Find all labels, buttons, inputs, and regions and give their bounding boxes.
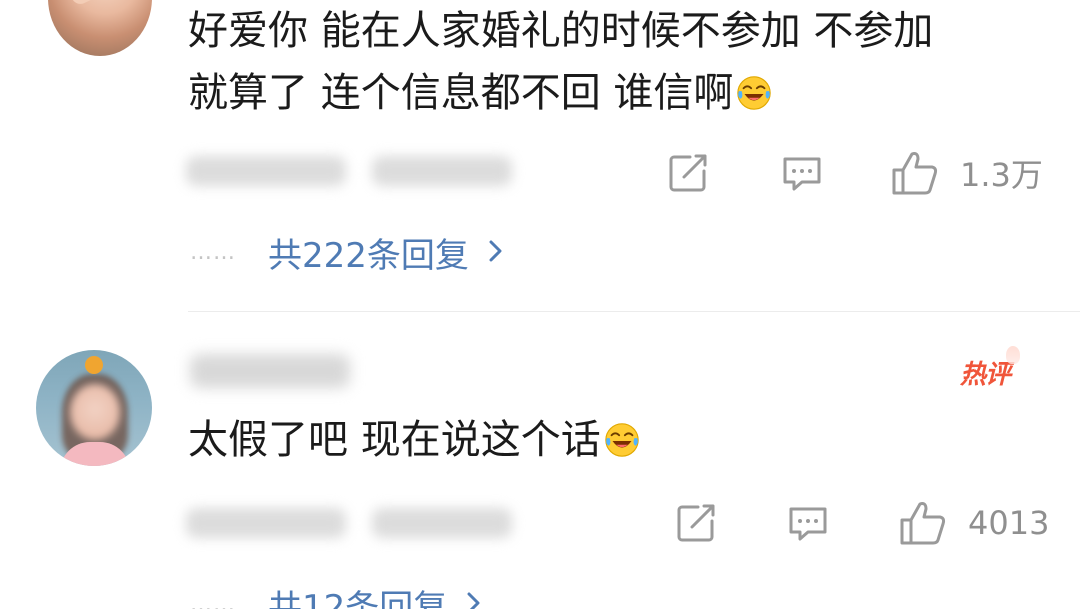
- comment-text-line: 太假了吧 现在说这个话: [188, 409, 641, 471]
- avatar-hair-bun: [85, 356, 103, 374]
- comment-location-blurred: [372, 156, 512, 186]
- comment-button[interactable]: [786, 500, 830, 546]
- avatar-hand: [68, 0, 118, 7]
- comment-feed: 好爱你 能在人家婚礼的时候不参加 不参加 就算了 连个信息都不回 谁信啊 1.3…: [0, 0, 1080, 609]
- comment-text-segment: 太假了吧 现在说这个话: [188, 417, 601, 463]
- comment-text: 太假了吧 现在说这个话: [188, 409, 641, 471]
- chevron-right-icon: [465, 589, 483, 609]
- comment-text-segment: 就算了 连个信息都不回 谁信啊: [188, 70, 734, 116]
- avatar[interactable]: [36, 350, 152, 466]
- replies-ellipsis: ……: [190, 592, 236, 609]
- share-button[interactable]: [674, 500, 718, 546]
- avatar[interactable]: [48, 0, 152, 56]
- share-icon: [669, 154, 707, 192]
- laugh-cry-emoji-icon: [735, 74, 773, 112]
- like-button[interactable]: 1.3万: [890, 150, 1043, 196]
- comment-text: 好爱你 能在人家婚礼的时候不参加 不参加 就算了 连个信息都不回 谁信啊: [188, 0, 933, 124]
- hot-comment-badge: 热评: [960, 346, 1021, 391]
- username-blurred[interactable]: [190, 354, 350, 388]
- thumbs-up-icon: [900, 502, 946, 545]
- chevron-right-icon: [487, 237, 505, 269]
- share-button[interactable]: [666, 150, 710, 196]
- comment-location-blurred: [372, 508, 512, 538]
- comment-icon: [783, 157, 821, 191]
- share-icon: [677, 504, 715, 542]
- comment-item: 好爱你 能在人家婚礼的时候不参加 不参加 就算了 连个信息都不回 谁信啊 1.3…: [0, 0, 1080, 312]
- like-count: 1.3万: [960, 156, 1043, 194]
- like-count: 4013: [968, 504, 1050, 542]
- laugh-cry-emoji-icon: [603, 421, 641, 459]
- view-replies-link[interactable]: …… 共222条回复: [190, 228, 505, 277]
- avatar-face-blurred: [70, 384, 120, 440]
- comment-button[interactable]: [780, 150, 824, 196]
- like-button[interactable]: 4013: [898, 500, 1049, 546]
- replies-label: 共222条回复: [268, 236, 469, 276]
- replies-label: 共12条回复: [268, 588, 448, 609]
- comment-text-line: 好爱你 能在人家婚礼的时候不参加 不参加: [188, 8, 934, 54]
- comment-item: 热评 太假了吧 现在说这个话 4013 …… 共12条回复: [0, 312, 1080, 609]
- view-replies-link[interactable]: …… 共12条回复: [190, 580, 483, 609]
- replies-ellipsis: ……: [190, 240, 236, 265]
- comment-meta-blurred: [186, 156, 346, 186]
- comment-text-line: 就算了 连个信息都不回 谁信啊: [188, 62, 933, 124]
- comment-meta-blurred: [186, 508, 346, 538]
- thumbs-up-icon: [892, 152, 938, 195]
- comment-icon: [789, 507, 827, 541]
